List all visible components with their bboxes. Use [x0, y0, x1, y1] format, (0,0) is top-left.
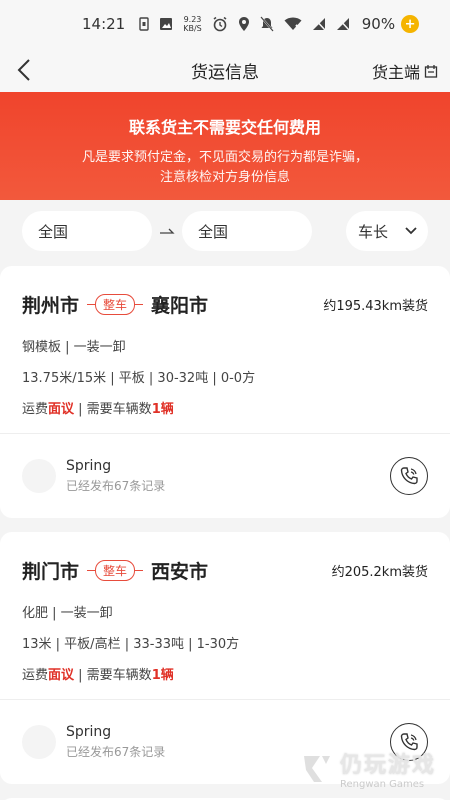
load-type-tag: 整车	[87, 293, 144, 315]
cargo-card-info: 荆门市 整车 西安市 约205.2km装货 化肥 | 一装一卸 13米 | 平板…	[0, 532, 450, 700]
publisher-records: 已经发布67条记录	[66, 745, 166, 759]
image-icon	[159, 17, 173, 31]
nav-bar: 货运信息 货主端	[0, 48, 450, 92]
back-button[interactable]	[12, 56, 36, 84]
fee-value: 面议	[48, 668, 75, 683]
chevron-down-icon	[405, 227, 417, 235]
route: 荆州市 整车 襄阳市 约195.43km装货	[22, 286, 428, 322]
vehicle-specs: 13米 | 平板/高栏 | 33-33吨 | 1-30方	[22, 637, 240, 652]
load-type-label: 整车	[95, 559, 136, 581]
fee-info: 运费面议 | 需要车辆数1辆	[22, 668, 174, 683]
call-button[interactable]	[390, 457, 428, 495]
battery-text: 90%	[361, 15, 396, 33]
filter-bar: 全国 全国 车长	[0, 200, 450, 262]
arrow-right-icon	[152, 227, 182, 235]
cargo-card-info: 荆州市 整车 襄阳市 约195.43km装货 钢模板 | 一装一卸 13.75米…	[0, 266, 450, 434]
banner-headline: 联系货主不需要交任何费用	[128, 118, 321, 137]
mute-icon	[259, 16, 274, 32]
status-bar: 14:21 9.23 KB/S 90% +	[0, 0, 450, 48]
net-speed: 9.23 KB/S	[183, 15, 202, 33]
switch-icon	[424, 65, 438, 78]
origin-filter[interactable]: 全国	[22, 211, 152, 251]
wifi-icon	[284, 17, 302, 31]
distance: 约205.2km装货	[331, 564, 428, 580]
vehicle-length-label: 车长	[358, 222, 389, 241]
vehicles-value: 1辆	[151, 668, 174, 683]
cargo-desc: 钢模板 | 一装一卸	[22, 340, 126, 355]
publisher-row: Spring 已经发布67条记录	[0, 434, 450, 518]
alarm-icon	[212, 16, 228, 32]
avatar[interactable]	[22, 459, 56, 493]
shipper-switch-button[interactable]: 货主端	[372, 59, 438, 83]
signal-icon-2	[336, 17, 350, 31]
fee-info: 运费面议 | 需要车辆数1辆	[22, 402, 174, 417]
fee-value: 面议	[48, 402, 75, 417]
location-icon	[238, 16, 250, 32]
destination-filter[interactable]: 全国	[182, 211, 312, 251]
vehicle-specs: 13.75米/15米 | 平板 | 30-32吨 | 0-0方	[22, 371, 256, 386]
chevron-left-icon	[17, 59, 30, 81]
route: 荆门市 整车 西安市 约205.2km装货	[22, 552, 428, 588]
publisher-name: Spring	[66, 458, 112, 474]
watermark-en: Rengwan Games	[339, 779, 425, 790]
shipper-label: 货主端	[371, 63, 420, 82]
load-type-tag: 整车	[87, 559, 144, 581]
sim-icon	[139, 17, 149, 31]
destination-city: 襄阳市	[151, 294, 209, 317]
battery-saver-icon: +	[401, 15, 420, 33]
watermark: 仍玩游戏 Rengwan Games	[300, 747, 436, 790]
banner-line-2: 注意核检对方身份信息	[159, 170, 290, 185]
phone-icon	[400, 467, 418, 485]
banner-line-1: 凡是要求预付定金，不见面交易的行为都是诈骗，	[81, 150, 368, 165]
vehicles-value: 1辆	[151, 402, 174, 417]
publisher-name: Spring	[66, 724, 112, 740]
watermark-cn: 仍玩游戏	[339, 753, 436, 778]
avatar[interactable]	[22, 725, 56, 759]
signal-icon-1	[312, 17, 326, 31]
distance: 约195.43km装货	[323, 298, 428, 314]
origin-city: 荆州市	[22, 294, 80, 317]
origin-city: 荆门市	[22, 560, 80, 583]
destination-city: 西安市	[151, 560, 209, 583]
cargo-desc: 化肥 | 一装一卸	[22, 606, 113, 621]
clock: 14:21	[82, 15, 126, 33]
warning-banner: 联系货主不需要交任何费用 凡是要求预付定金，不见面交易的行为都是诈骗， 注意核检…	[0, 92, 450, 200]
load-type-label: 整车	[95, 293, 136, 315]
vehicle-length-filter[interactable]: 车长	[346, 211, 428, 251]
cargo-card[interactable]: 荆州市 整车 襄阳市 约195.43km装货 钢模板 | 一装一卸 13.75米…	[0, 266, 450, 518]
publisher-records: 已经发布67条记录	[66, 479, 166, 493]
watermark-logo-icon	[303, 755, 330, 782]
